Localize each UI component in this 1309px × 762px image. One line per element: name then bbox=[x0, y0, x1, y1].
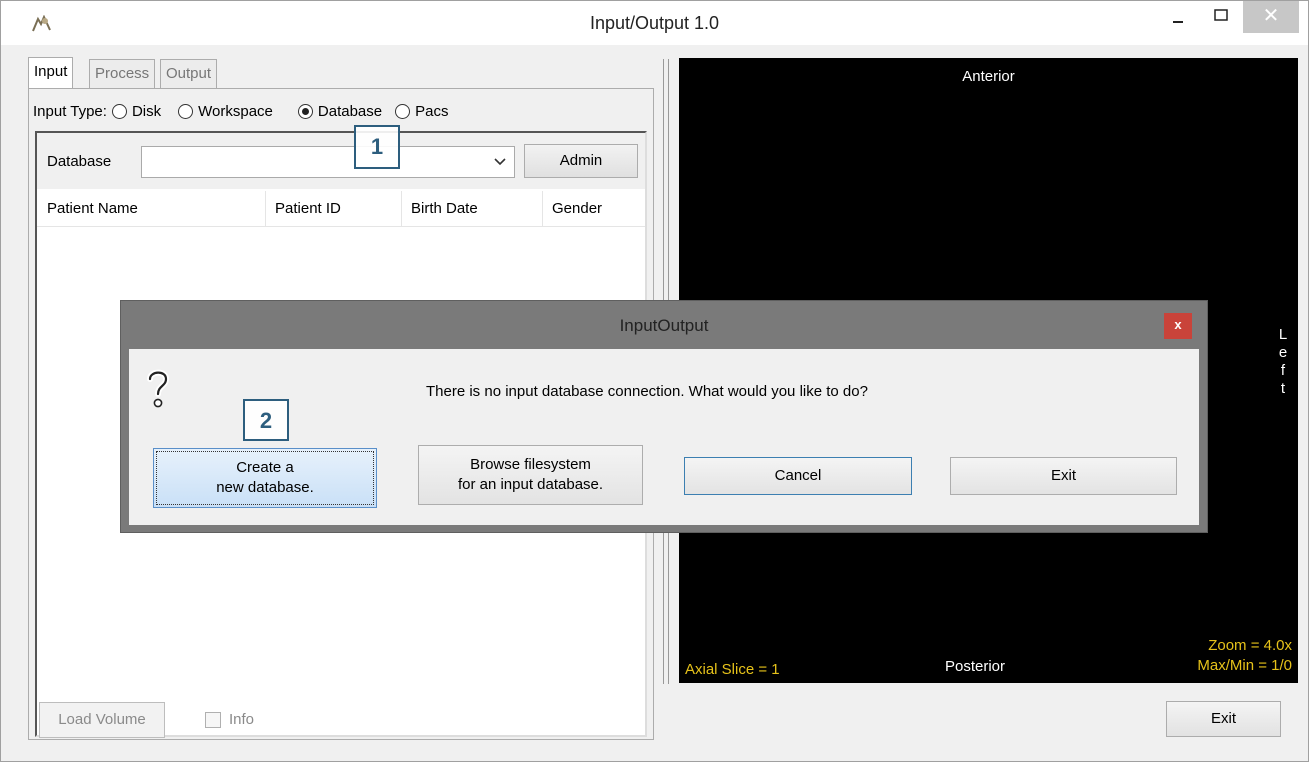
callout-marker-1: 1 bbox=[354, 125, 400, 169]
radio-pacs-indicator[interactable] bbox=[395, 103, 411, 119]
left-letter: L bbox=[1278, 326, 1288, 343]
close-icon: x bbox=[1174, 317, 1182, 332]
title-bar: Input/Output 1.0 ✕ bbox=[1, 1, 1308, 45]
maximize-button[interactable] bbox=[1199, 7, 1243, 41]
database-label: Database bbox=[47, 153, 112, 170]
tab-output[interactable]: Output bbox=[160, 59, 218, 89]
radio-workspace-indicator[interactable] bbox=[178, 103, 194, 119]
button-label: Exit bbox=[1050, 467, 1076, 484]
checkbox-box[interactable] bbox=[205, 711, 221, 728]
anterior-label: Anterior bbox=[962, 68, 1015, 85]
tab-process[interactable]: Process bbox=[89, 59, 156, 89]
input-type-label: Input Type: bbox=[33, 102, 107, 120]
radio-workspace-label: Workspace bbox=[198, 102, 273, 120]
button-label-line: Browse filesystem bbox=[470, 456, 591, 473]
callout-marker-2: 2 bbox=[243, 399, 289, 441]
dialog-body: There is no input database connection. W… bbox=[129, 349, 1199, 525]
dialog-title: InputOutput bbox=[619, 316, 709, 335]
axial-slice-readout: Axial Slice = 1 bbox=[685, 661, 780, 678]
button-label: Cancel bbox=[774, 467, 822, 484]
database-select[interactable] bbox=[141, 146, 515, 178]
left-letter: f bbox=[1280, 362, 1286, 379]
radio-database-label: Database bbox=[317, 102, 383, 120]
column-divider[interactable] bbox=[265, 191, 266, 227]
radio-pacs[interactable]: Pacs bbox=[390, 103, 448, 120]
dialog-message: There is no input database connection. W… bbox=[426, 383, 868, 400]
admin-button[interactable]: Admin bbox=[524, 144, 638, 178]
chevron-down-icon[interactable] bbox=[494, 154, 506, 169]
column-patient-id[interactable]: Patient ID bbox=[275, 200, 341, 217]
left-orientation-label: L e f t bbox=[1278, 326, 1288, 398]
database-toolbar: Database Admin bbox=[37, 133, 645, 189]
dialog-close-button[interactable]: x bbox=[1164, 313, 1192, 339]
column-patient-name[interactable]: Patient Name bbox=[47, 200, 138, 217]
input-type-row: Input Type: Disk Workspace Database Pacs bbox=[33, 99, 460, 123]
radio-pacs-label: Pacs bbox=[415, 102, 449, 120]
max-min-readout: Max/Min = 1/0 bbox=[1197, 657, 1292, 674]
close-icon: ✕ bbox=[1262, 5, 1280, 27]
info-checkbox[interactable]: Info bbox=[205, 711, 254, 728]
cancel-button[interactable]: Cancel bbox=[684, 457, 912, 495]
column-divider[interactable] bbox=[542, 191, 543, 227]
browse-filesystem-button[interactable]: Browse filesystem for an input database. bbox=[418, 445, 643, 505]
button-label-line: Create a bbox=[236, 459, 294, 476]
load-volume-button[interactable]: Load Volume bbox=[39, 702, 165, 738]
column-gender[interactable]: Gender bbox=[552, 200, 602, 217]
exit-button[interactable]: Exit bbox=[1166, 701, 1281, 737]
left-letter: t bbox=[1280, 380, 1286, 397]
button-label-line: for an input database. bbox=[457, 476, 604, 493]
zoom-readout: Zoom = 4.0x bbox=[1208, 637, 1292, 654]
posterior-label: Posterior bbox=[945, 658, 1006, 675]
question-mark-icon bbox=[143, 367, 173, 411]
window-title: Input/Output 1.0 bbox=[589, 13, 720, 33]
dialog-exit-button[interactable]: Exit bbox=[950, 457, 1177, 495]
tab-input[interactable]: Input bbox=[28, 57, 74, 89]
patient-table-header: Patient Name Patient ID Birth Date Gende… bbox=[37, 191, 645, 227]
button-label-line: new database. bbox=[216, 479, 314, 496]
radio-database-indicator[interactable] bbox=[297, 103, 313, 119]
left-letter: e bbox=[1278, 344, 1288, 361]
radio-disk-indicator[interactable] bbox=[111, 103, 127, 119]
radio-workspace[interactable]: Workspace bbox=[173, 103, 273, 120]
column-divider[interactable] bbox=[401, 191, 402, 227]
radio-database[interactable]: Database bbox=[293, 103, 382, 120]
minimize-button[interactable] bbox=[1156, 7, 1200, 41]
create-new-database-button[interactable]: Create a new database. bbox=[153, 448, 377, 508]
column-birth-date[interactable]: Birth Date bbox=[411, 200, 478, 217]
info-label: Info bbox=[229, 711, 255, 728]
radio-disk-label: Disk bbox=[131, 102, 162, 120]
close-button[interactable]: ✕ bbox=[1243, 1, 1299, 33]
radio-disk[interactable]: Disk bbox=[107, 103, 161, 120]
